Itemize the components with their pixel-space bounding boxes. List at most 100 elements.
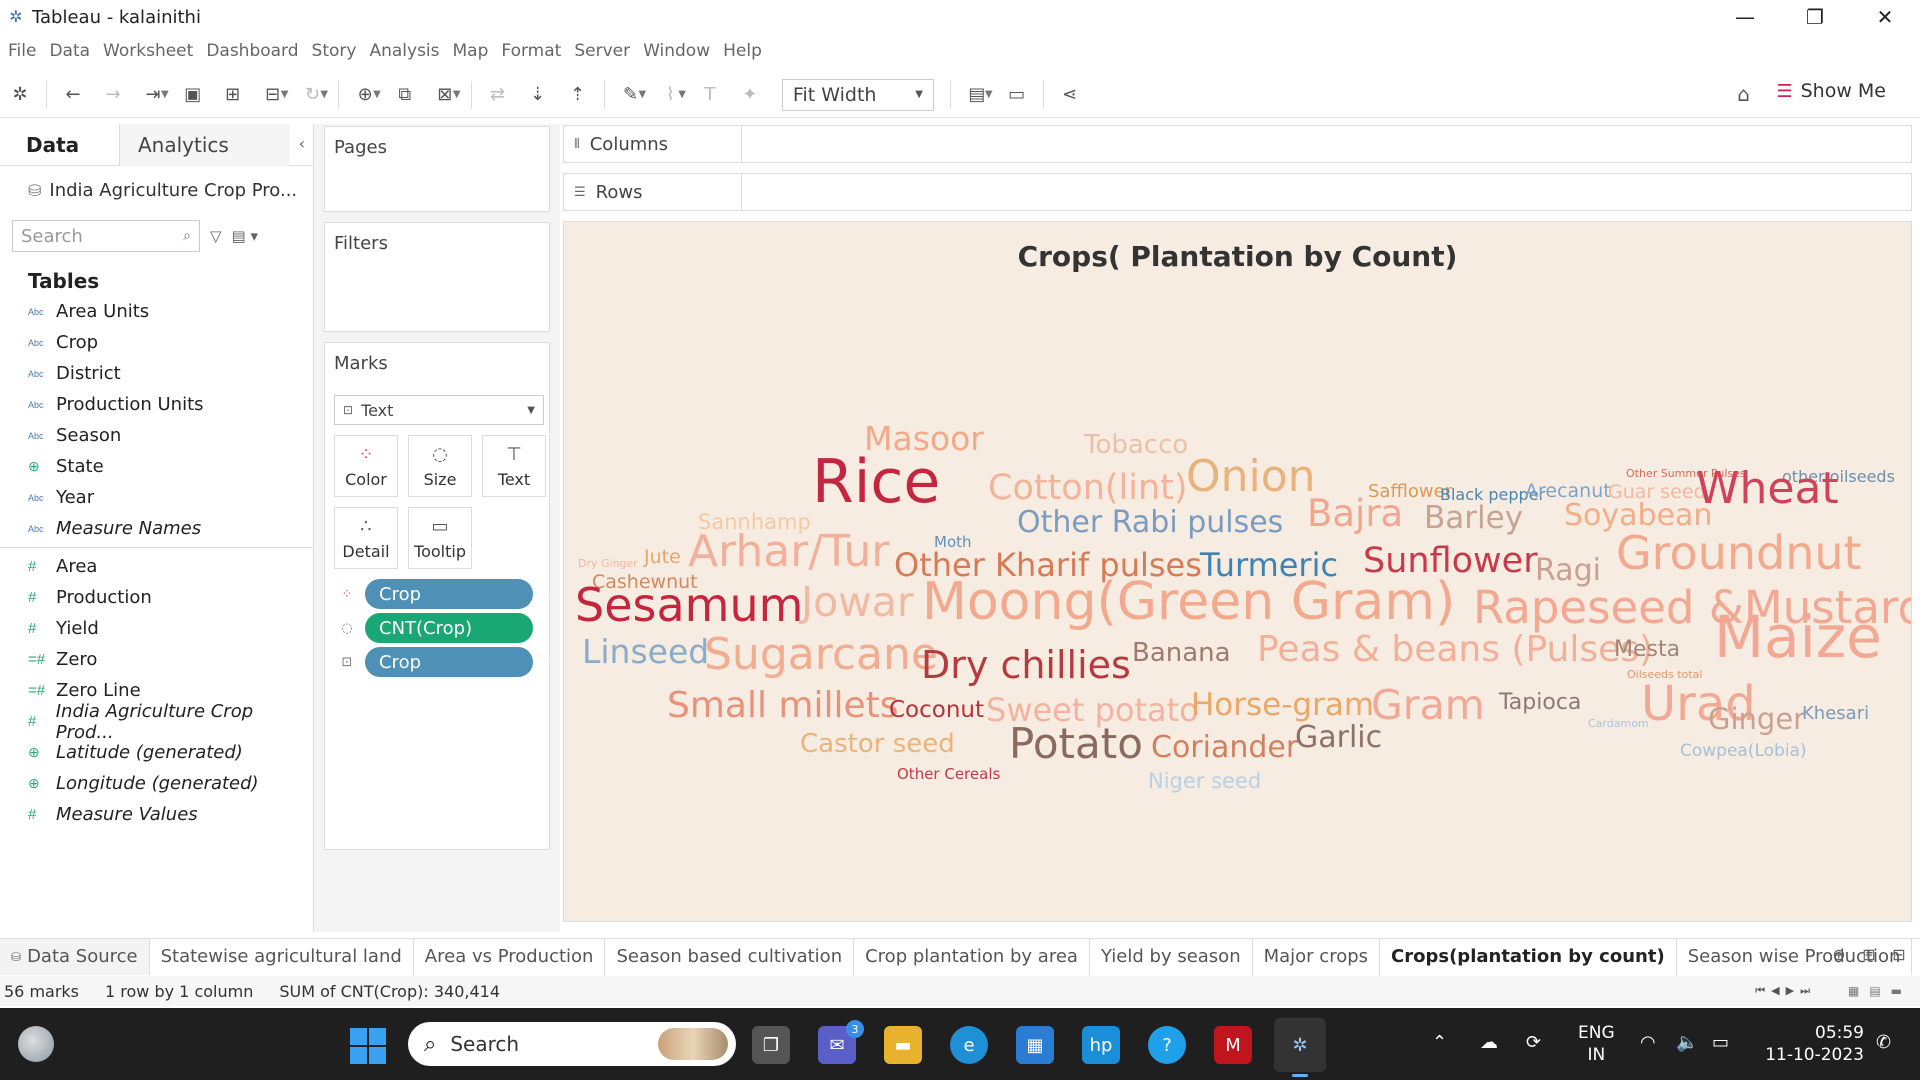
word-cloud-word[interactable]: Jute (644, 547, 681, 567)
word-cloud-word[interactable]: Ginger (1708, 704, 1805, 734)
pill-cnt-crop-size[interactable]: CNT(Crop) (365, 613, 533, 643)
refresh-caret-icon[interactable]: ▼ (320, 89, 328, 100)
tab-crops-plantation-by-count[interactable]: Crops(plantation by count) (1380, 938, 1677, 975)
word-cloud-word[interactable]: Groundnut (1616, 530, 1862, 576)
save-icon[interactable]: ▣ (173, 77, 213, 113)
taskbar-search[interactable]: ⌕ Search (408, 1022, 736, 1066)
word-cloud-word[interactable]: Dry chillies (921, 646, 1131, 684)
format-painter-icon[interactable]: ⌂ (1737, 82, 1750, 106)
word-cloud-word[interactable]: Tobacco (1084, 432, 1188, 458)
clock[interactable]: 05:59 11-10-2023 (1760, 1022, 1864, 1066)
new-story-icon[interactable]: ⊟ (1884, 945, 1914, 964)
text-button[interactable]: ⊤ Text (482, 435, 546, 497)
share-icon[interactable]: ⋖ (1050, 77, 1090, 113)
tab-major-crops[interactable]: Major crops (1253, 938, 1381, 975)
word-cloud-word[interactable]: Coriander (1151, 733, 1298, 763)
weather-icon[interactable] (18, 1026, 54, 1062)
undo-icon[interactable]: ← (53, 77, 93, 113)
rows-shelf[interactable]: ☰ Rows (563, 173, 1912, 211)
battery-icon[interactable]: ▭ (1712, 1032, 1729, 1053)
field-production[interactable]: # Production (0, 582, 313, 613)
wifi-icon[interactable]: ◠ (1640, 1032, 1656, 1053)
show-me-button[interactable]: ☰ Show Me (1776, 80, 1886, 102)
word-cloud-word[interactable]: Onion (1186, 455, 1316, 499)
word-cloud-word[interactable]: Sesamum (575, 582, 803, 628)
datasource-item[interactable]: ⛁ India Agriculture Crop Pro... (0, 170, 313, 210)
word-cloud-word[interactable]: Small millets (667, 688, 899, 724)
word-cloud-word[interactable]: Coconut (889, 698, 984, 722)
sheet-view-toggle-icon[interactable]: ▦▤▬ (1848, 984, 1912, 998)
teams-icon[interactable]: ✉ 3 (818, 1020, 864, 1064)
word-cloud-word[interactable]: Horse-gram (1191, 689, 1374, 721)
view-options-icon[interactable]: ▤ ▾ (232, 227, 258, 245)
field-measure-names[interactable]: Abc Measure Names (0, 513, 313, 544)
pill-crop-color[interactable]: Crop (365, 579, 533, 609)
word-cloud-word[interactable]: Banana (1132, 640, 1231, 666)
filter-icon[interactable]: ▽ (210, 227, 222, 245)
word-cloud-word[interactable]: Barley (1424, 502, 1523, 534)
field-year[interactable]: Abc Year (0, 482, 313, 513)
field-search-input[interactable]: Search ⌕ (12, 220, 200, 252)
word-cloud-canvas[interactable]: Crops( Plantation by Count) Masoor Tobacc… (563, 221, 1912, 922)
filters-card[interactable]: Filters (324, 222, 550, 332)
duplicate-sheet-icon[interactable]: ⧉ (385, 77, 425, 113)
word-cloud-word[interactable]: Castor seed (800, 731, 955, 757)
show-hidden-icons-chevron-icon[interactable]: ⌃ (1432, 1032, 1447, 1053)
field-area[interactable]: # Area (0, 551, 313, 582)
mark-type-dropdown[interactable]: ⊡ Text ▼ (334, 395, 544, 425)
word-cloud-word[interactable]: Tapioca (1499, 692, 1581, 714)
collapse-pane-icon[interactable]: ‹ (299, 134, 305, 153)
microsoft-store-icon[interactable]: ▦ (1016, 1026, 1054, 1064)
tab-area-vs-production[interactable]: Area vs Production (414, 938, 606, 975)
sort-descending-icon[interactable]: ⇡ (558, 77, 598, 113)
detail-button[interactable]: ∴ Detail (334, 507, 398, 569)
field-yield[interactable]: # Yield (0, 613, 313, 644)
word-cloud-word[interactable]: Moong(Green Gram) (922, 576, 1455, 628)
field-season[interactable]: Abc Season (0, 420, 313, 451)
field-area-units[interactable]: Abc Area Units (0, 296, 313, 327)
word-cloud-word[interactable]: Potato (1009, 723, 1143, 765)
word-cloud-word[interactable]: Mesta (1614, 639, 1680, 661)
highlight-caret-icon[interactable]: ▼ (639, 89, 647, 100)
word-cloud-word[interactable]: Cardamom (1588, 718, 1649, 729)
field-production-units[interactable]: Abc Production Units (0, 389, 313, 420)
menu-server[interactable]: Server (574, 41, 630, 61)
tab-crop-plantation-by-area[interactable]: Crop plantation by area (854, 938, 1090, 975)
show-cards-caret-icon[interactable]: ▼ (985, 89, 993, 100)
menu-story[interactable]: Story (312, 41, 357, 61)
fit-dropdown[interactable]: Fit Width ▼ (781, 78, 934, 111)
sync-icon[interactable]: ⟳ (1526, 1032, 1541, 1053)
tab-data[interactable]: Data (0, 124, 120, 166)
myhp-icon[interactable]: hp (1082, 1026, 1120, 1064)
word-cloud-word[interactable]: Garlic (1295, 723, 1382, 753)
menu-data[interactable]: Data (49, 41, 90, 61)
word-cloud-word[interactable]: Niger seed (1148, 770, 1261, 792)
replay-caret-icon[interactable]: ▼ (161, 89, 169, 100)
field-crop[interactable]: Abc Crop (0, 327, 313, 358)
columns-shelf[interactable]: ⦀ Columns (563, 125, 1912, 163)
word-cloud-word[interactable]: Jowar (801, 581, 914, 623)
tab-yield-by-season[interactable]: Yield by season (1090, 938, 1253, 975)
edge-icon[interactable]: e (950, 1026, 988, 1064)
clear-caret-icon[interactable]: ▼ (453, 89, 461, 100)
menu-worksheet[interactable]: Worksheet (103, 41, 193, 61)
sort-ascending-icon[interactable]: ⇣ (518, 77, 558, 113)
pill-crop-text[interactable]: Crop (365, 647, 533, 677)
new-worksheet-caret-icon[interactable]: ▼ (373, 89, 381, 100)
tab-season-based-cultivation[interactable]: Season based cultivation (605, 938, 855, 975)
word-cloud-word[interactable]: Sugarcane (704, 633, 938, 677)
redo-icon[interactable]: → (93, 77, 133, 113)
color-button[interactable]: ⁘ Color (334, 435, 398, 497)
field-record-count[interactable]: # India Agriculture Crop Prod... (0, 701, 313, 743)
word-cloud-word[interactable]: Maize (1714, 608, 1882, 666)
menu-file[interactable]: File (8, 41, 36, 61)
word-cloud-word[interactable]: Gram (1371, 684, 1485, 726)
word-cloud-word[interactable]: Linseed (582, 635, 709, 668)
group-caret-icon[interactable]: ▼ (678, 89, 686, 100)
field-zero[interactable]: =# Zero (0, 644, 313, 675)
menu-window[interactable]: Window (643, 41, 710, 61)
start-button[interactable] (350, 1028, 386, 1064)
fix-axes-icon[interactable]: ✦ (730, 77, 770, 113)
tab-analytics[interactable]: Analytics (120, 124, 290, 166)
menu-analysis[interactable]: Analysis (369, 41, 439, 61)
